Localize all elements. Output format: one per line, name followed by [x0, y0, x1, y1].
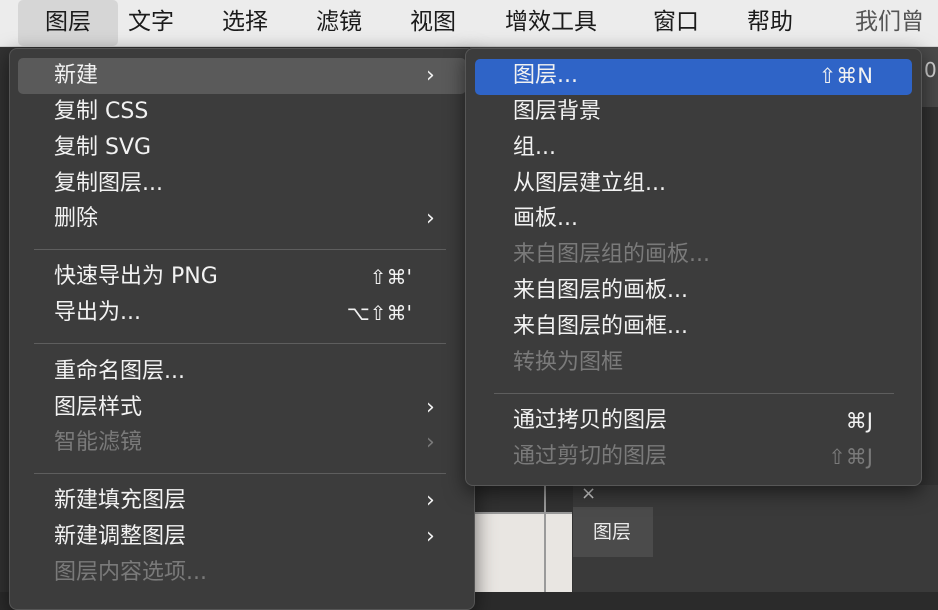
menu-help[interactable]: 帮助 [747, 0, 793, 46]
menu-item-label: 转换为图框 [513, 350, 624, 375]
submenu-item-group[interactable]: 组... [513, 131, 903, 165]
menu-filter[interactable]: 滤镜 [316, 0, 362, 46]
menu-item-layer-style[interactable]: 图层样式 › [54, 391, 454, 425]
menu-item-label: 复制图层... [54, 171, 163, 196]
close-icon[interactable]: × [581, 483, 596, 504]
menu-item-label: 快速导出为 PNG [54, 264, 218, 289]
menu-layer[interactable]: 图层 [18, 0, 118, 46]
menu-item-label: 图层背景 [513, 99, 602, 124]
submenu-item-frame-from-layers[interactable]: 来自图层的画框... [513, 310, 903, 344]
menu-item-label: 智能滤镜 [54, 430, 143, 455]
new-submenu: 图层... ⇧⌘N 图层背景 组... 从图层建立组... 画板... 来自图层… [465, 48, 922, 486]
canvas-guide [474, 512, 572, 514]
submenu-item-layer[interactable]: 图层... ⇧⌘N [513, 59, 903, 93]
submenu-item-layer-via-cut[interactable]: 通过剪切的图层 ⇧⌘J [513, 440, 903, 474]
chevron-right-icon: › [426, 488, 435, 513]
menu-item-label: 从图层建立组... [513, 171, 666, 196]
canvas-image [474, 512, 572, 592]
menu-item-label: 来自图层的画框... [513, 314, 688, 339]
menu-item-duplicate-layer[interactable]: 复制图层... [54, 167, 454, 201]
menu-window[interactable]: 窗口 [653, 0, 699, 46]
menu-item-export-as[interactable]: 导出为... ⌥⇧⌘' [54, 296, 454, 330]
shortcut-label: ⌥⇧⌘' [346, 301, 412, 325]
menu-item-label: 来自图层的画板... [513, 278, 688, 303]
menu-separator [34, 343, 446, 344]
shortcut-label: ⇧⌘' [369, 265, 412, 289]
chevron-right-icon: › [426, 206, 435, 231]
submenu-item-artboard-from-layers[interactable]: 来自图层的画板... [513, 274, 903, 308]
menu-item-label: 新建填充图层 [54, 488, 187, 513]
menu-item-label: 来自图层组的画板... [513, 242, 710, 267]
menu-item-smart-filter[interactable]: 智能滤镜 › [54, 426, 454, 460]
menu-separator [494, 393, 894, 394]
menu-item-delete[interactable]: 删除 › [54, 202, 454, 236]
menu-separator [34, 249, 446, 250]
chevron-right-icon: › [426, 524, 435, 549]
menu-item-new-fill-layer[interactable]: 新建填充图层 › [54, 484, 454, 518]
submenu-item-artboard[interactable]: 画板... [513, 202, 903, 236]
menu-item-label: 重命名图层... [54, 359, 185, 384]
menu-item-layer-content-options[interactable]: 图层内容选项... [54, 556, 454, 590]
submenu-item-layer-from-background[interactable]: 图层背景 [513, 95, 903, 129]
menu-item-copy-css[interactable]: 复制 CSS [54, 95, 454, 129]
chevron-right-icon: › [426, 395, 435, 420]
menu-item-new[interactable]: 新建 › [54, 59, 454, 93]
menu-item-rename-layer[interactable]: 重命名图层... [54, 355, 454, 389]
chevron-right-icon: › [426, 63, 435, 88]
submenu-item-group-from-layers[interactable]: 从图层建立组... [513, 167, 903, 201]
menu-separator [34, 473, 446, 474]
menu-item-label: 复制 SVG [54, 135, 152, 160]
menu-item-copy-svg[interactable]: 复制 SVG [54, 131, 454, 165]
menu-item-quick-export-png[interactable]: 快速导出为 PNG ⇧⌘' [54, 260, 454, 294]
shortcut-label: ⌘J [845, 409, 873, 433]
menu-item-label: 复制 CSS [54, 99, 149, 124]
menu-item-label: 新建调整图层 [54, 524, 187, 549]
menu-item-label: 导出为... [54, 300, 141, 325]
menu-item-label: 通过剪切的图层 [513, 444, 668, 469]
menu-item-label: 组... [513, 135, 556, 160]
menu-item-new-adjustment-layer[interactable]: 新建调整图层 › [54, 520, 454, 554]
menu-extra[interactable]: 我们曾 [855, 0, 938, 46]
menu-item-label: 画板... [513, 206, 578, 231]
menu-item-label: 新建 [54, 63, 99, 88]
tab-layers[interactable]: 图层 [573, 507, 653, 557]
menu-select[interactable]: 选择 [222, 0, 268, 46]
menu-type[interactable]: 文字 [128, 0, 174, 46]
canvas-guide [544, 485, 546, 592]
menu-item-label: 通过拷贝的图层 [513, 408, 668, 433]
menubar: 图层 文字 选择 滤镜 视图 增效工具 窗口 帮助 我们曾 [0, 0, 938, 47]
background-text: 0 [924, 58, 937, 82]
shortcut-label: ⇧⌘J [828, 445, 873, 469]
shortcut-label: ⇧⌘N [818, 64, 873, 88]
submenu-item-layer-via-copy[interactable]: 通过拷贝的图层 ⌘J [513, 404, 903, 438]
menu-item-label: 图层... [513, 63, 578, 88]
submenu-item-artboard-from-group[interactable]: 来自图层组的画板... [513, 238, 903, 272]
layers-panel: × 图层 [573, 483, 938, 592]
menu-item-label: 删除 [54, 206, 99, 231]
menu-plugins[interactable]: 增效工具 [505, 0, 597, 46]
menu-item-label: 图层样式 [54, 395, 143, 420]
layer-menu: 新建 › 复制 CSS 复制 SVG 复制图层... 删除 › 快速导出为 PN… [9, 48, 475, 610]
chevron-right-icon: › [426, 430, 435, 455]
submenu-item-convert-to-frame[interactable]: 转换为图框 [513, 346, 903, 380]
menu-item-label: 图层内容选项... [54, 560, 207, 585]
menu-view[interactable]: 视图 [410, 0, 456, 46]
